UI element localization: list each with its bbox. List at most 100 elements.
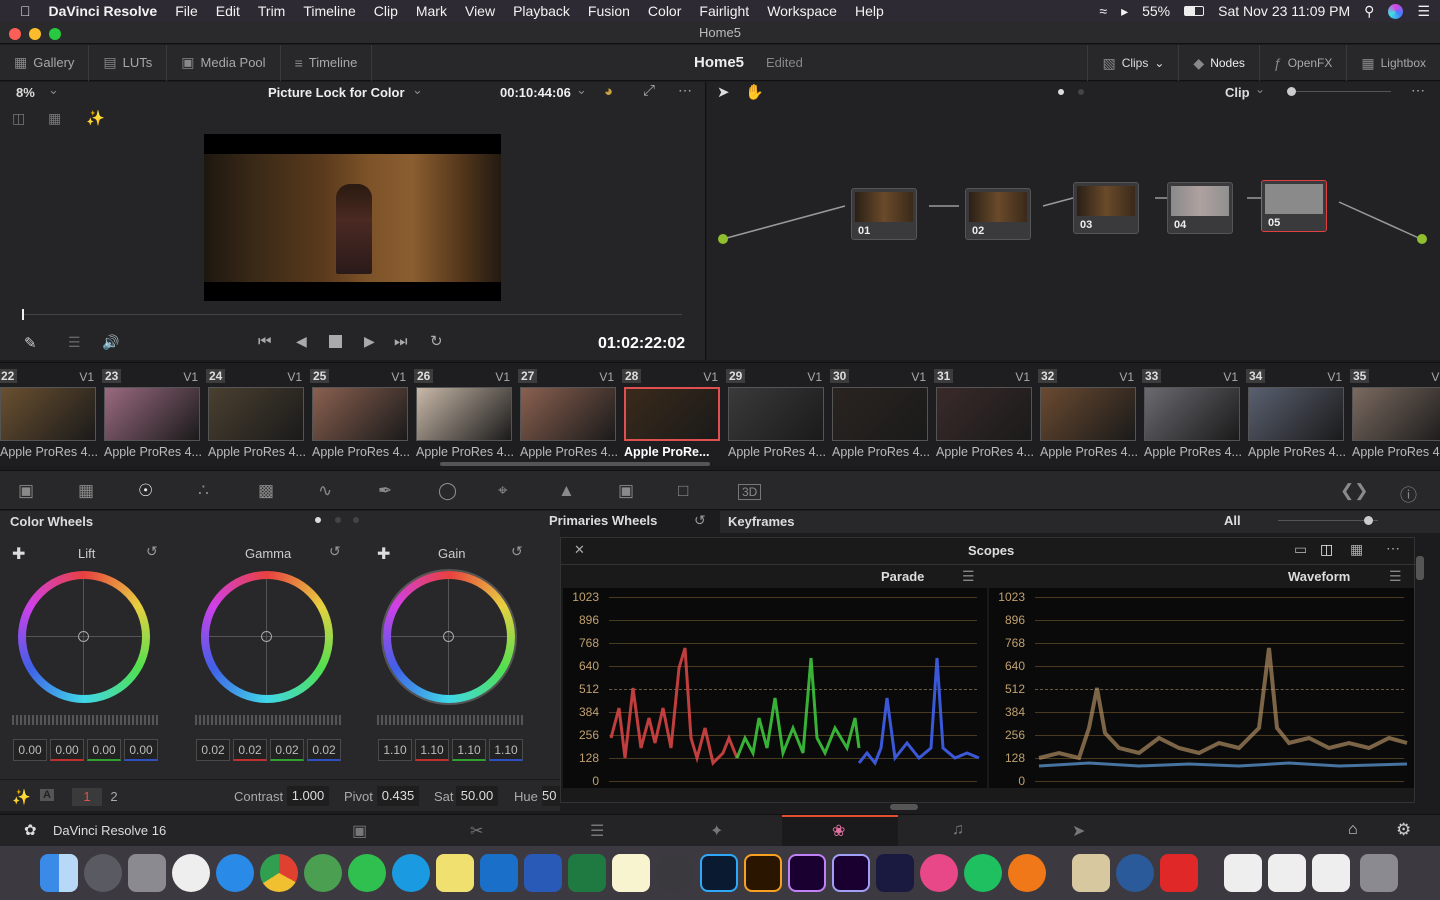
clock[interactable]: Sat Nov 23 11:09 PM [1218, 3, 1350, 19]
timeline-clip[interactable]: 32 V1 Apple ProRes 4... [1038, 367, 1138, 463]
close-scopes-icon[interactable]: ✕ [574, 542, 585, 558]
skype-icon[interactable] [392, 854, 430, 892]
parade-scope[interactable]: 1023 896 768 640 512 384 256 128 0 [563, 588, 987, 788]
volume-icon[interactable]: ▸ [1121, 3, 1128, 20]
lift-r-value[interactable]: 0.00 [50, 739, 84, 761]
waveform-scope[interactable]: 1023 896 768 640 512 384 256 128 0 [989, 588, 1414, 788]
quicktime-icon[interactable] [1116, 854, 1154, 892]
skip-start-icon[interactable]: ⏮ [258, 333, 272, 350]
gamma-wheel[interactable] [201, 571, 333, 703]
info-icon[interactable]: ⓘ [1400, 481, 1417, 506]
edit-page-icon[interactable]: ☰ [590, 821, 604, 841]
gallery-button[interactable]: ▦ Gallery [0, 44, 90, 81]
menu-timeline[interactable]: Timeline [303, 3, 355, 19]
left-scope-settings-icon[interactable]: ☰ [962, 568, 975, 585]
camera-raw-icon[interactable]: ▣ [18, 481, 34, 501]
timeline-clip[interactable]: 31 V1 Apple ProRes 4... [934, 367, 1034, 463]
openfx-button[interactable]: ƒ OpenFX [1260, 45, 1348, 81]
outlook-icon[interactable] [480, 854, 518, 892]
wifi-icon[interactable]: ≈ [1099, 3, 1107, 19]
document-stack-icon[interactable] [1224, 854, 1262, 892]
media-encoder-icon[interactable] [876, 854, 914, 892]
scopes-more-icon[interactable]: ⋯ [1386, 540, 1400, 557]
eyedropper-icon[interactable]: ✎ [24, 334, 37, 352]
gain-master-slider[interactable] [377, 715, 523, 725]
color-node-05[interactable]: 05 [1261, 180, 1327, 232]
gamma-y-value[interactable]: 0.02 [196, 739, 230, 761]
fullscreen-icon[interactable]: ⤢ [643, 82, 655, 99]
lift-master-slider[interactable] [12, 715, 158, 725]
tracker-icon[interactable]: ⌖ [498, 481, 508, 501]
magic-wand-icon[interactable]: ✨ [86, 109, 105, 127]
gain-wheel[interactable] [383, 571, 515, 703]
premiere-icon[interactable] [788, 854, 826, 892]
timeline-clip[interactable]: 23 V1 Apple ProRes 4... [102, 367, 202, 463]
chrome-icon[interactable] [260, 854, 298, 892]
davinci-resolve-icon[interactable] [656, 854, 694, 892]
quad-scope-icon[interactable]: ▦ [1350, 541, 1363, 558]
word-icon[interactable] [524, 854, 562, 892]
gain-reset-icon[interactable]: ↺ [511, 543, 523, 560]
wheels-page-dot[interactable] [335, 517, 341, 523]
keyframes-filter-dropdown[interactable]: All [1224, 513, 1241, 528]
lift-wheel[interactable] [18, 571, 150, 703]
contrast-field[interactable]: 1.000 [287, 786, 329, 806]
wheels-page-dot[interactable] [353, 517, 359, 523]
lift-y-value[interactable]: 0.00 [13, 739, 47, 761]
color-wheels-icon[interactable]: ☉ [138, 481, 153, 501]
media-page-icon[interactable]: ▣ [352, 821, 367, 841]
auto-color-icon[interactable]: A [40, 789, 54, 801]
nodes-button[interactable]: ◆ Nodes [1179, 45, 1260, 81]
scrubber-track[interactable] [22, 314, 682, 315]
skip-end-icon[interactable]: ⏭ [394, 333, 408, 350]
lift-reset-icon[interactable]: ↺ [146, 543, 158, 560]
gain-r-value[interactable]: 1.10 [415, 739, 449, 761]
spotify-icon[interactable] [964, 854, 1002, 892]
keyframes-toggle-icon[interactable]: ❮❯ [1340, 481, 1369, 501]
sat-field[interactable]: 50.00 [456, 786, 498, 806]
menu-clip[interactable]: Clip [374, 3, 398, 19]
gain-b-value[interactable]: 1.10 [489, 739, 523, 761]
right-scope-settings-icon[interactable]: ☰ [1389, 568, 1402, 585]
preview-icon[interactable] [1072, 854, 1110, 892]
world-clock-icon[interactable] [304, 854, 342, 892]
wheels-page-dot-active[interactable] [315, 517, 321, 523]
illustrator-icon[interactable] [744, 854, 782, 892]
gamma-b-value[interactable]: 0.02 [307, 739, 341, 761]
zoom-window-button[interactable] [49, 28, 61, 40]
gamma-reset-icon[interactable]: ↺ [329, 543, 341, 560]
video-frame[interactable] [204, 134, 501, 301]
menu-mark[interactable]: Mark [416, 3, 447, 19]
deliver-page-icon[interactable]: ➤ [1072, 821, 1085, 841]
gain-y-value[interactable]: 1.10 [378, 739, 412, 761]
keyframes-zoom-slider[interactable] [1278, 520, 1378, 521]
curves-icon[interactable]: ∿ [318, 481, 332, 501]
auto-balance-icon[interactable]: ✨ [12, 788, 31, 806]
menu-trim[interactable]: Trim [258, 3, 285, 19]
reset-all-icon[interactable]: ↺ [694, 512, 706, 529]
layers-icon[interactable]: ☰ [68, 334, 81, 351]
fairlight-page-icon[interactable]: ♫ [952, 821, 964, 839]
color-page-icon[interactable]: ❀ [832, 821, 845, 841]
dual-scope-icon[interactable]: ◫ [1320, 541, 1333, 558]
safari-icon[interactable] [216, 854, 254, 892]
apple-icon[interactable]:  [20, 3, 31, 19]
menu-color[interactable]: Color [648, 3, 681, 19]
more-options-icon[interactable]: ⋯ [678, 82, 692, 99]
timeline-clip[interactable]: 22 V1 Apple ProRes 4... [0, 367, 98, 463]
spotlight-icon[interactable]: ⚲ [1364, 3, 1374, 20]
timeline-clip[interactable]: 30 V1 Apple ProRes 4... [830, 367, 930, 463]
timeline-clip[interactable]: 24 V1 Apple ProRes 4... [206, 367, 306, 463]
page-1-button[interactable]: 1 [72, 788, 102, 806]
timeline-clip[interactable]: 28 V1 Apple ProRe... [622, 367, 722, 463]
wheel-center-handle[interactable] [261, 631, 272, 642]
timeline-clip[interactable]: 26 V1 Apple ProRes 4... [414, 367, 514, 463]
cut-page-icon[interactable]: ✂ [470, 821, 483, 841]
color-picker-icon[interactable]: ◕ [604, 83, 613, 100]
fusion-page-icon[interactable]: ✦ [710, 821, 723, 841]
menu-edit[interactable]: Edit [216, 3, 240, 19]
menu-file[interactable]: File [175, 3, 198, 19]
menu-fusion[interactable]: Fusion [588, 3, 630, 19]
home-icon[interactable]: ⌂ [1348, 821, 1358, 839]
settings-gear-icon[interactable]: ⚙ [1396, 820, 1411, 840]
